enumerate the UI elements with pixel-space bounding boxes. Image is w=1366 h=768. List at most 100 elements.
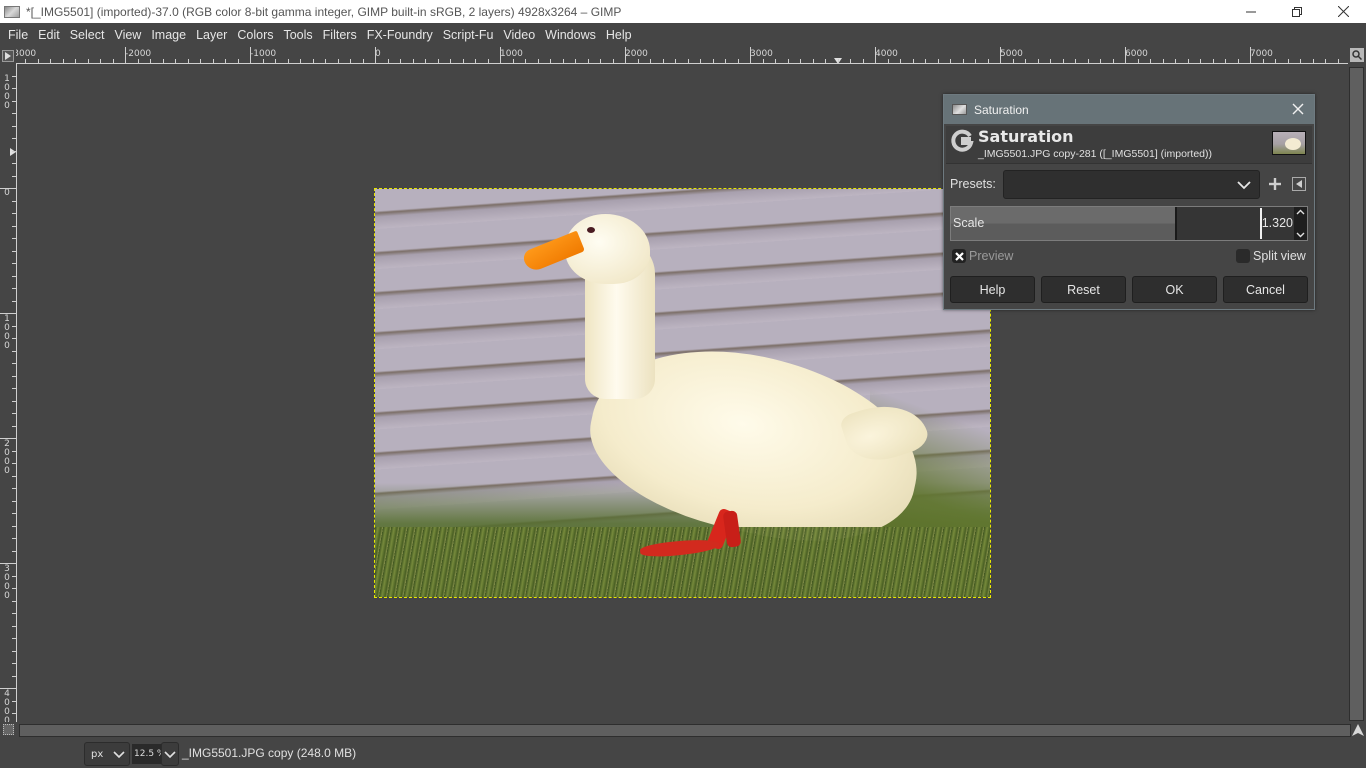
preview-checkbox[interactable] [952, 249, 966, 263]
menu-edit[interactable]: Edit [33, 23, 65, 47]
menu-help[interactable]: Help [601, 23, 637, 47]
chevron-down-icon[interactable] [1296, 232, 1305, 238]
ruler-tick [125, 47, 126, 63]
gimp-g-logo-icon [951, 129, 974, 152]
ruler-tick [50, 59, 51, 63]
ruler-menu-button[interactable] [2, 50, 14, 62]
menu-windows[interactable]: Windows [540, 23, 601, 47]
scale-spinner[interactable] [1294, 207, 1307, 240]
menu-script-fu[interactable]: Script-Fu [438, 23, 499, 47]
ruler-tick [12, 163, 16, 164]
ruler-tick [250, 47, 251, 63]
ruler-tick [487, 59, 489, 63]
close-icon [1292, 103, 1304, 115]
ruler-tick [12, 88, 16, 89]
unit-select[interactable]: px [84, 742, 130, 766]
ruler-label: 1000 [2, 74, 12, 110]
cancel-button[interactable]: Cancel [1223, 276, 1308, 303]
horizontal-ruler[interactable]: -3000 -2000 -1000 0 1000 2000 3000 4000 … [16, 47, 1348, 64]
help-button[interactable]: Help [950, 276, 1035, 303]
ruler-tick [12, 363, 16, 364]
restore-button[interactable] [1274, 0, 1320, 23]
split-view-label[interactable]: Split view [1253, 249, 1306, 263]
minimize-button[interactable] [1228, 0, 1274, 23]
ruler-tick [1325, 59, 1326, 63]
navigate-button[interactable] [1352, 724, 1364, 736]
menu-filters[interactable]: Filters [318, 23, 362, 47]
menu-select[interactable]: Select [65, 23, 110, 47]
ruler-tick [12, 500, 16, 502]
ruler-label: 4000 [875, 49, 898, 59]
ruler-tick [462, 59, 464, 63]
ruler-tick [1050, 59, 1051, 63]
ruler-tick [1262, 59, 1264, 63]
chevron-up-icon[interactable] [1296, 209, 1305, 215]
menu-layer[interactable]: Layer [191, 23, 232, 47]
add-preset-icon[interactable] [1268, 177, 1282, 191]
menu-file[interactable]: File [3, 23, 33, 47]
ruler-tick [112, 59, 114, 63]
quick-mask-toggle[interactable] [3, 724, 14, 735]
ruler-tick [1037, 59, 1039, 63]
dialog-title-bar[interactable]: Saturation [944, 95, 1314, 124]
ruler-tick [900, 59, 901, 63]
vertical-ruler[interactable]: 1000 0 1000 2000 3000 4000 [0, 64, 17, 722]
ruler-tick [712, 59, 714, 63]
ruler-tick [12, 550, 16, 552]
ruler-tick [12, 675, 16, 677]
ruler-tick [150, 59, 151, 63]
ruler-label: 1000 [500, 49, 523, 59]
ruler-tick [12, 663, 16, 664]
ruler-tick [12, 575, 16, 577]
menu-colors[interactable]: Colors [232, 23, 278, 47]
zoom-input[interactable]: 12.5 % [132, 744, 162, 764]
ruler-tick [1062, 59, 1064, 63]
ruler-tick [325, 59, 326, 63]
split-view-checkbox[interactable] [1236, 249, 1250, 263]
ruler-tick [137, 59, 139, 63]
ruler-tick [1275, 59, 1276, 63]
presets-dropdown[interactable] [1003, 170, 1260, 199]
menu-view[interactable]: View [109, 23, 146, 47]
ok-button[interactable]: OK [1132, 276, 1217, 303]
ruler-tick [787, 59, 789, 63]
ruler-tick [12, 713, 16, 714]
chevron-down-icon [164, 751, 176, 759]
close-button[interactable] [1320, 0, 1366, 23]
image-layer[interactable] [374, 188, 991, 598]
ruler-label: 2000 [625, 49, 648, 59]
ruler-tick [12, 325, 16, 327]
ruler-tick [212, 59, 214, 63]
reset-button[interactable]: Reset [1041, 276, 1126, 303]
scale-value[interactable]: 1.320 [1262, 216, 1293, 230]
ruler-tick [700, 59, 701, 63]
ruler-tick [12, 425, 16, 427]
ruler-tick [12, 375, 16, 377]
ruler-tick [0, 188, 16, 189]
ruler-label: 3000 [750, 49, 773, 59]
zoom-image-button[interactable] [1350, 48, 1364, 62]
dialog-close-button[interactable] [1290, 101, 1306, 117]
menu-tools[interactable]: Tools [278, 23, 317, 47]
scale-slider[interactable]: Scale 1.320 [950, 206, 1308, 241]
ruler-tick [912, 59, 914, 63]
ruler-tick [12, 538, 16, 539]
vertical-scrollbar[interactable] [1349, 67, 1364, 721]
presets-menu-button[interactable] [1292, 177, 1306, 191]
ruler-tick [450, 59, 451, 63]
ruler-tick [400, 59, 401, 63]
menu-video[interactable]: Video [498, 23, 540, 47]
ruler-tick [975, 59, 976, 63]
ruler-tick [12, 138, 16, 139]
layer-thumbnail [1272, 131, 1306, 155]
ruler-tick [375, 47, 376, 63]
menu-fx-foundry[interactable]: FX-Foundry [362, 23, 438, 47]
zoom-dropdown-button[interactable] [161, 742, 179, 766]
ruler-tick [537, 59, 539, 63]
horizontal-scrollbar[interactable] [19, 724, 1351, 737]
ruler-tick [637, 59, 639, 63]
menu-image[interactable]: Image [146, 23, 191, 47]
ruler-tick [425, 59, 426, 63]
preview-label[interactable]: Preview [969, 249, 1013, 263]
ruler-tick [500, 47, 501, 63]
